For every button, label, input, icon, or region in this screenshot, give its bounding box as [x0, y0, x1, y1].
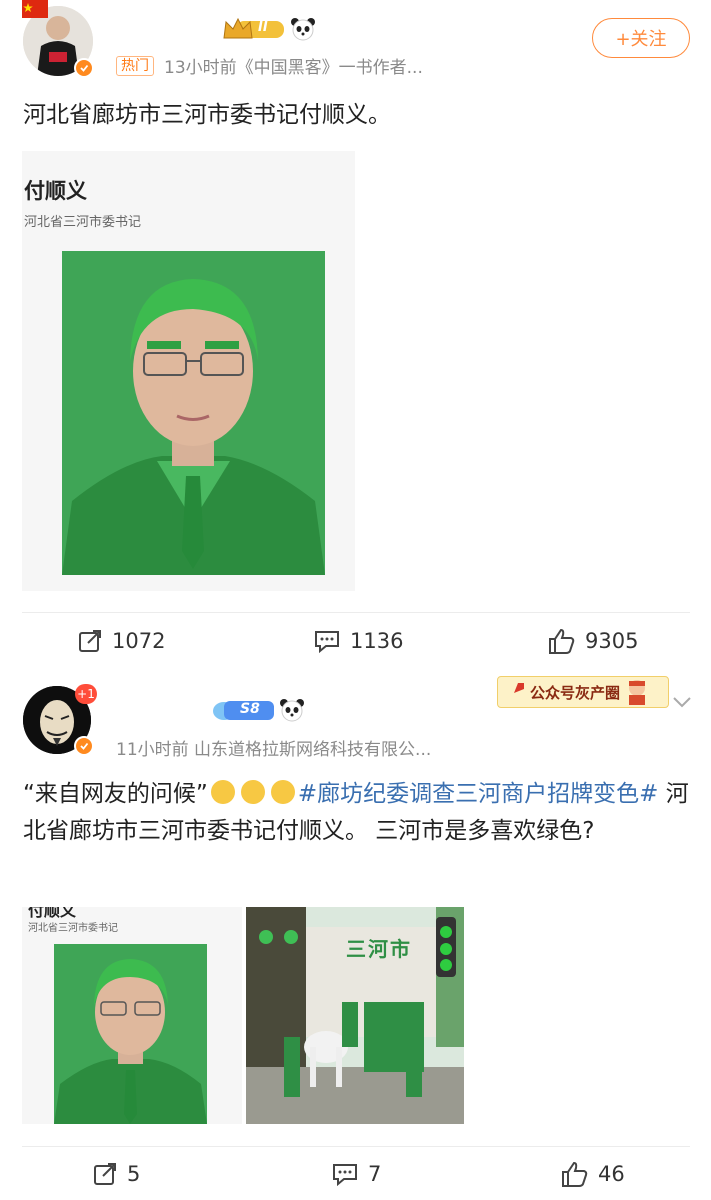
divider — [22, 1146, 690, 1147]
chevron-down-icon[interactable] — [672, 694, 692, 713]
like-count: 9305 — [585, 629, 639, 653]
share-icon — [79, 630, 101, 652]
crown-badge-icon: II — [222, 16, 286, 42]
like-icon — [562, 1161, 588, 1187]
comment-count: 1136 — [350, 629, 404, 653]
follow-button[interactable]: +关注 — [592, 18, 690, 58]
comment-icon — [315, 631, 339, 653]
sweat-emoji-icon — [270, 780, 295, 804]
like-button[interactable]: 9305 — [547, 627, 638, 655]
like-button[interactable]: 46 — [560, 1160, 625, 1188]
panda-icon — [290, 16, 316, 46]
portrait-photo — [54, 944, 207, 1124]
level-badge-text: II — [258, 20, 268, 35]
comment-icon — [333, 1164, 357, 1186]
sweat-emoji-icon — [210, 780, 235, 804]
share-icon — [94, 1163, 116, 1185]
post-text: 河北省廊坊市三河市委书记付顺义。 — [23, 102, 391, 128]
like-icon — [549, 628, 575, 654]
panda-icon — [279, 697, 305, 727]
divider — [22, 612, 690, 613]
like-count: 46 — [598, 1162, 625, 1186]
share-button[interactable]: 1072 — [78, 629, 165, 653]
post-image[interactable]: 付顺义 河北省三河市委书记 — [22, 907, 242, 1124]
avatar-notification-badge: +1 — [75, 684, 97, 704]
level-badge-text: S8 — [240, 701, 260, 717]
post-text: “来自网友的问候” #廊坊纪委调查三河商户招牌变色# 河北省廊坊市三河市委书记付顺… — [23, 776, 691, 850]
post-image[interactable]: 付顺义 河北省三河市委书记 — [22, 151, 355, 591]
shop-sign: 三河市 — [346, 937, 412, 961]
topic-link[interactable]: #廊坊纪委调查三河商户招牌变色# — [298, 781, 659, 807]
hot-tag: 热门 — [116, 55, 154, 76]
cloud-badge-icon: S8 — [212, 698, 276, 722]
comment-button[interactable]: 7 — [332, 1162, 381, 1186]
ad-banner-text: 公众号灰产圈 — [530, 683, 621, 702]
share-count: 5 — [127, 1162, 141, 1186]
post-quote: “来自网友的问候” — [23, 781, 208, 807]
follow-label: +关注 — [615, 29, 667, 50]
post-image[interactable]: 三河市 — [246, 907, 464, 1124]
image-name-caption: 付顺义 — [24, 179, 87, 203]
share-count: 1072 — [112, 629, 166, 653]
post-meta: 11小时前 山东道格拉斯网络科技有限公... — [116, 740, 432, 760]
sweat-emoji-icon — [240, 780, 265, 804]
verified-icon — [74, 58, 94, 78]
comment-count: 7 — [368, 1162, 382, 1186]
post-meta-row: 热门 13小时前《中国黑客》一书作者... — [116, 53, 423, 78]
post-meta: 13小时前《中国黑客》一书作者... — [164, 58, 423, 78]
portrait-photo — [62, 251, 325, 575]
character-icon — [629, 680, 646, 705]
comment-button[interactable]: 1136 — [314, 629, 403, 653]
image-title-caption: 河北省三河市委书记 — [24, 215, 142, 230]
flag-icon — [22, 0, 48, 18]
ad-banner[interactable]: 公众号灰产圈 — [497, 676, 669, 708]
image-title-caption: 河北省三河市委书记 — [28, 923, 118, 934]
rocket-icon — [506, 683, 524, 701]
share-button[interactable]: 5 — [93, 1162, 140, 1186]
verified-icon — [74, 736, 94, 756]
